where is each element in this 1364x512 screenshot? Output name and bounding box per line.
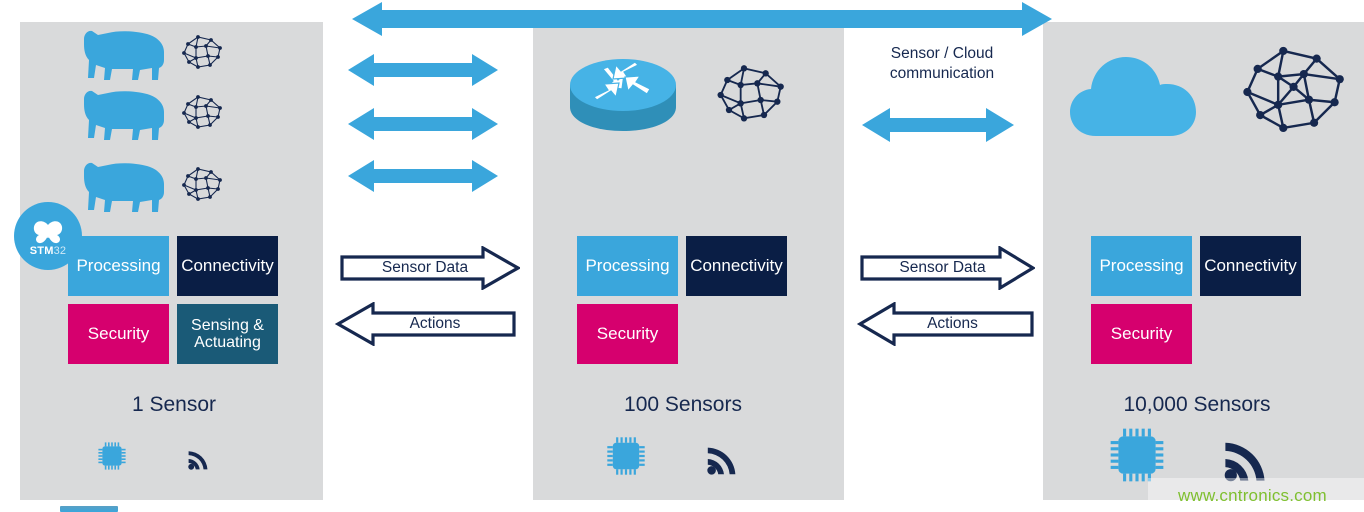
sensor-data-label: Sensor Data bbox=[381, 259, 469, 276]
cow-icon bbox=[84, 30, 164, 80]
double-arrow-icon bbox=[348, 54, 498, 86]
wireless-signal-icon bbox=[188, 451, 208, 470]
actions-label: Actions bbox=[927, 315, 978, 332]
double-arrow-icon bbox=[348, 160, 498, 192]
bottom-icons-gateway bbox=[604, 434, 742, 478]
capability-blocks-gateway: Processing Connectivity Security bbox=[577, 236, 789, 364]
router-icon bbox=[570, 59, 676, 131]
capability-blocks-cloud: Processing Connectivity Security bbox=[1091, 236, 1303, 364]
chip-icon bbox=[1110, 428, 1164, 482]
block-sensing-actuating: Sensing & Actuating bbox=[177, 304, 278, 364]
double-arrow-icon bbox=[348, 108, 498, 140]
diagram-canvas: STM32 Processing Connectivity Security S… bbox=[0, 0, 1364, 512]
block-processing: Processing bbox=[577, 236, 678, 296]
block-connectivity: Connectivity bbox=[686, 236, 787, 296]
sensor-data-label: Sensor Data bbox=[899, 259, 986, 276]
end-to-end-double-arrow bbox=[352, 2, 1052, 36]
wireless-signal-icon bbox=[707, 447, 736, 475]
cloud-icon bbox=[1070, 57, 1196, 136]
cow-icon bbox=[84, 162, 164, 212]
block-connectivity: Connectivity bbox=[1200, 236, 1301, 296]
stm32-badge-label: STM32 bbox=[29, 244, 67, 257]
neural-brain-icon bbox=[1243, 46, 1344, 133]
block-processing: Processing bbox=[68, 236, 169, 296]
sc-caption-line1: Sensor / Cloud bbox=[890, 45, 994, 62]
double-arrow-icon bbox=[862, 108, 1014, 142]
block-security: Security bbox=[577, 304, 678, 364]
chip-icon bbox=[98, 442, 126, 470]
block-connectivity: Connectivity bbox=[177, 236, 278, 296]
block-security: Security bbox=[68, 304, 169, 364]
butterfly-icon bbox=[33, 220, 63, 243]
block-security: Security bbox=[1091, 304, 1192, 364]
sensor-cloud-communication-caption: Sensor / Cloud communication bbox=[862, 44, 1022, 84]
neural-brain-icon bbox=[182, 167, 222, 201]
actions-label: Actions bbox=[409, 315, 461, 332]
bottom-icons-edge bbox=[96, 440, 212, 472]
neural-brain-icon bbox=[182, 95, 222, 129]
chip-icon bbox=[607, 437, 645, 475]
neural-brain-icon bbox=[717, 65, 784, 122]
stm32-badge: STM32 bbox=[14, 202, 82, 270]
block-processing: Processing bbox=[1091, 236, 1192, 296]
neural-brain-icon bbox=[182, 35, 222, 69]
cow-icon bbox=[84, 90, 164, 140]
bottom-icons-cloud bbox=[1106, 424, 1274, 486]
capability-blocks-edge: Processing Connectivity Security Sensing… bbox=[68, 236, 280, 364]
watermark-text: www.cntronics.com bbox=[1178, 486, 1327, 505]
sc-caption-line2: communication bbox=[889, 64, 995, 82]
sensor-count-cloud: 10,000 Sensors bbox=[1123, 393, 1271, 416]
sensor-count-gateway: 100 Sensors bbox=[624, 393, 742, 416]
sensor-count-edge: 1 Sensor bbox=[131, 393, 217, 416]
cropped-bottom-element bbox=[60, 506, 118, 512]
